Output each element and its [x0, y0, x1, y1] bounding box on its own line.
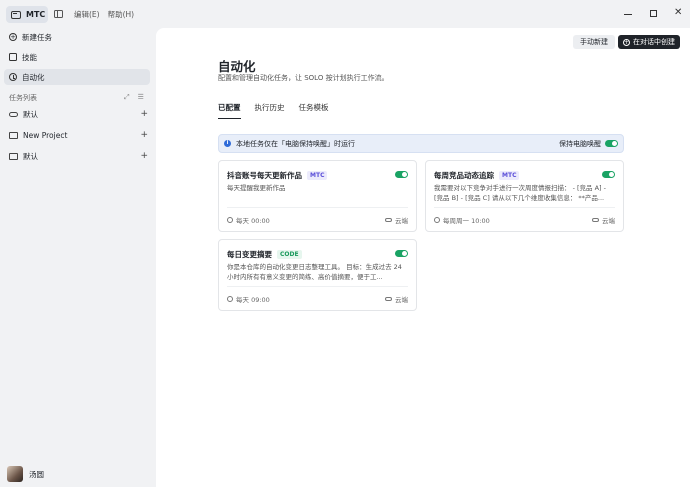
clock-icon [9, 73, 17, 81]
keep-awake-control: 保持电脑唤醒 [559, 139, 618, 149]
card-location-text: 云端 [395, 296, 408, 304]
card-description: 每天提醒我更新作品 [227, 184, 286, 192]
app-window-icon [11, 10, 21, 19]
card-title-row: 每日变更摘要 CODE [227, 249, 302, 260]
page-subtitle: 配置和管理自动化任务，让 SOLO 按计划执行工作流。 [218, 74, 389, 82]
card-title: 每周竞品动态追踪 [434, 171, 494, 180]
card-schedule-text: 每周周一 10:00 [443, 217, 490, 225]
task-list-tools: ⤢ ☰ [124, 93, 144, 102]
menu-bar: 编辑(E) 帮助(H) [74, 9, 134, 20]
card-badge: MTC [499, 171, 520, 180]
card-divider [227, 207, 408, 208]
user-profile[interactable]: 汤圆 [7, 466, 44, 482]
card-schedule: 每天 00:00 [227, 215, 270, 225]
folder-label: New Project [23, 130, 68, 140]
sidebar-item-skills[interactable]: 技能 [4, 49, 150, 65]
card-location: 云端 [592, 215, 615, 225]
sidebar-item-label: 新建任务 [22, 32, 52, 42]
add-task-button[interactable]: + [140, 130, 148, 140]
card-badge: CODE [277, 250, 302, 259]
app-switcher[interactable]: MTC [6, 6, 48, 23]
minimize-button[interactable] [624, 14, 632, 15]
card-location-text: 云端 [395, 217, 408, 225]
card-description: 我需要对以下竞争对手进行一次周度情报扫描： - [竞品 A] - [竞品 B] … [434, 184, 606, 202]
cloud-icon [385, 218, 392, 222]
sidebar-item-new-task[interactable]: 新建任务 [4, 29, 150, 45]
tab-templates[interactable]: 任务模板 [299, 102, 329, 119]
card-location: 云端 [385, 215, 408, 225]
manual-create-button[interactable]: 手动新建 [573, 35, 615, 49]
maximize-button[interactable] [650, 10, 657, 17]
task-list-heading: 任务列表 [9, 94, 37, 102]
folder-label: 默认 [23, 151, 38, 161]
create-in-chat-label: 在对话中创建 [633, 38, 675, 46]
sidebar-item-automation[interactable]: 自动化 [4, 69, 150, 85]
skill-icon [9, 53, 17, 61]
info-text: 本地任务仅在「电脑保持唤醒」时运行 [236, 139, 355, 148]
avatar [7, 466, 23, 482]
user-name: 汤圆 [29, 469, 44, 479]
card-enable-toggle[interactable] [395, 250, 408, 257]
card-location: 云端 [385, 294, 408, 304]
sidebar-item-label: 自动化 [22, 72, 45, 82]
card-title-row: 抖音账号每天更新作品 MTC [227, 170, 328, 181]
create-in-chat-button[interactable]: + 在对话中创建 [618, 35, 680, 49]
card-badge: MTC [307, 171, 328, 180]
folder-icon [9, 131, 18, 139]
card-divider [434, 207, 615, 208]
card-title: 抖音账号每天更新作品 [227, 171, 302, 180]
app-name: MTC [26, 10, 46, 19]
menu-edit[interactable]: 编辑(E) [74, 9, 100, 20]
info-icon: i [224, 140, 231, 147]
close-button[interactable]: ✕ [674, 7, 682, 19]
card-schedule: 每周周一 10:00 [434, 215, 490, 225]
card-enable-toggle[interactable] [395, 171, 408, 178]
card-location-text: 云端 [602, 217, 615, 225]
expand-icon[interactable]: ⤢ [124, 93, 130, 102]
folder-default-cloud[interactable]: 默认 + [4, 106, 152, 122]
card-description: 你是本仓库的自动化变更日志整理工具。 目标：生成过去 24 小时内所有有意义变更… [227, 263, 402, 281]
menu-help[interactable]: 帮助(H) [108, 9, 135, 20]
card-enable-toggle[interactable] [602, 171, 615, 178]
title-bar: MTC 编辑(E) 帮助(H) ✕ [0, 0, 690, 28]
clock-icon [227, 217, 233, 223]
card-title: 每日变更摘要 [227, 250, 272, 259]
add-task-button[interactable]: + [140, 109, 148, 119]
plus-icon: + [623, 38, 630, 46]
folder-icon [9, 152, 18, 160]
main-panel: 手动新建 + 在对话中创建 自动化 配置和管理自动化任务，让 SOLO 按计划执… [156, 28, 690, 487]
tab-bar: 已配置 执行历史 任务模板 [218, 102, 329, 119]
card-schedule: 每天 09:00 [227, 294, 270, 304]
cloud-icon [592, 218, 599, 222]
add-task-button[interactable]: + [140, 151, 148, 161]
clock-icon [227, 296, 233, 302]
plus-circle-icon [9, 33, 17, 41]
automation-card[interactable]: 抖音账号每天更新作品 MTC 每天提醒我更新作品 每天 00:00 云端 [218, 160, 417, 232]
clock-icon [434, 217, 440, 223]
folder-label: 默认 [23, 109, 38, 119]
keep-awake-toggle[interactable] [605, 140, 618, 147]
cloud-icon [385, 297, 392, 301]
sidebar-toggle-icon[interactable] [54, 10, 63, 18]
tab-configured[interactable]: 已配置 [218, 102, 241, 119]
automation-card[interactable]: 每日变更摘要 CODE 你是本仓库的自动化变更日志整理工具。 目标：生成过去 2… [218, 239, 417, 311]
keep-awake-label: 保持电脑唤醒 [559, 139, 601, 148]
filter-icon[interactable]: ☰ [138, 93, 144, 102]
card-title-row: 每周竞品动态追踪 MTC [434, 170, 520, 181]
automation-card[interactable]: 每周竞品动态追踪 MTC 我需要对以下竞争对手进行一次周度情报扫描： - [竞品… [425, 160, 624, 232]
tab-history[interactable]: 执行历史 [255, 102, 285, 119]
card-schedule-text: 每天 09:00 [236, 296, 270, 304]
card-divider [227, 286, 408, 287]
card-schedule-text: 每天 00:00 [236, 217, 270, 225]
folder-default[interactable]: 默认 + [4, 148, 152, 164]
sidebar: 新建任务 技能 自动化 任务列表 ⤢ ☰ 默认 + New Project + … [0, 28, 156, 487]
sidebar-item-label: 技能 [22, 52, 37, 62]
info-banner: i 本地任务仅在「电脑保持唤醒」时运行 保持电脑唤醒 [218, 134, 624, 153]
folder-new-project[interactable]: New Project + [4, 127, 152, 143]
cloud-icon [9, 111, 18, 117]
